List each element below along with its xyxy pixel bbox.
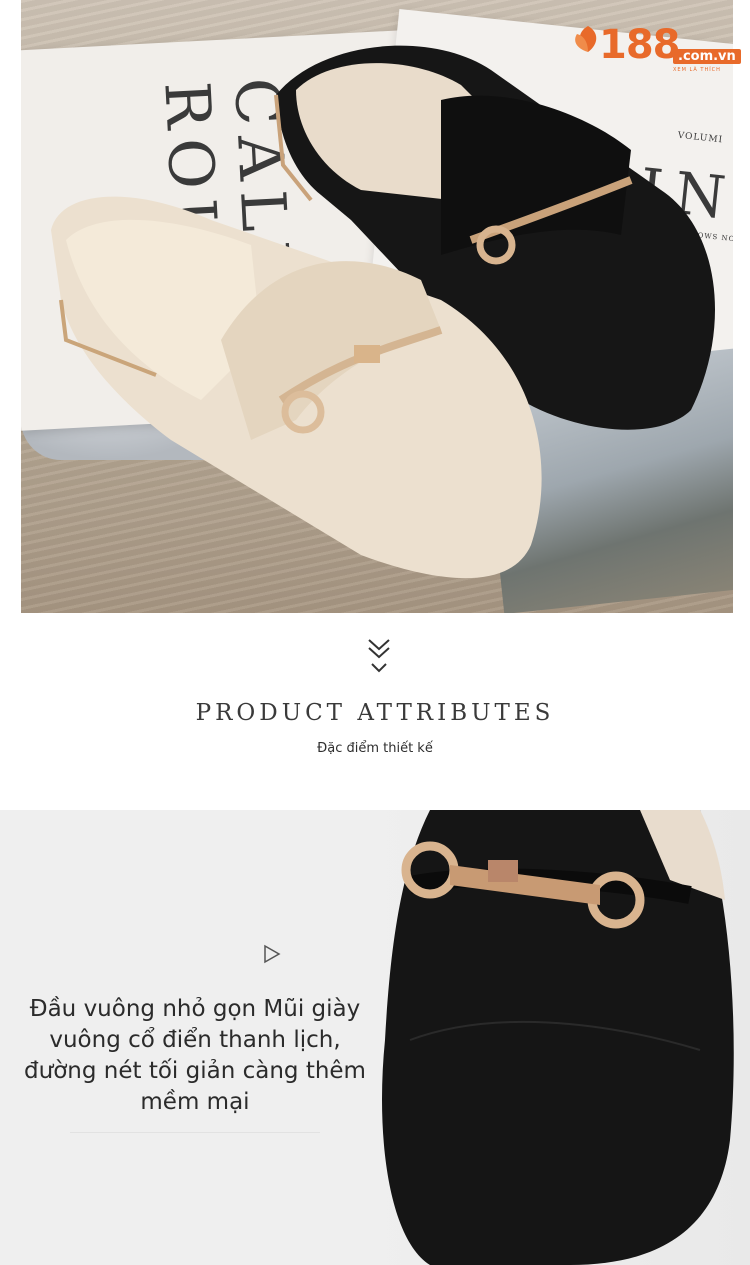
feature-photo [370, 810, 750, 1265]
shoes-illustration [51, 45, 715, 579]
product-photo: ROUGH CALM INF VOLUMI THE LIVE KNOWS NOT… [21, 0, 733, 613]
brand-logo[interactable]: 188 .com.vn XEM LÀ THÍCH [573, 18, 741, 80]
logo-domain: .com.vn [673, 49, 741, 64]
buckle-plate [488, 860, 518, 882]
divider [70, 1132, 320, 1133]
double-chevron-down-icon [368, 639, 390, 673]
section-subtitle: Đặc điểm thiết kế [317, 741, 433, 756]
buckle-plate [354, 345, 380, 363]
section-title: PRODUCT ATTRIBUTES [195, 700, 555, 726]
black-shoe-closeup [382, 810, 734, 1265]
logo-tagline: XEM LÀ THÍCH [673, 67, 721, 73]
play-outline-icon [264, 944, 281, 964]
logo-number: 188 [599, 22, 680, 68]
feature-description: Đầu vuông nhỏ gọn Mũi giày vuông cổ điển… [24, 996, 366, 1115]
